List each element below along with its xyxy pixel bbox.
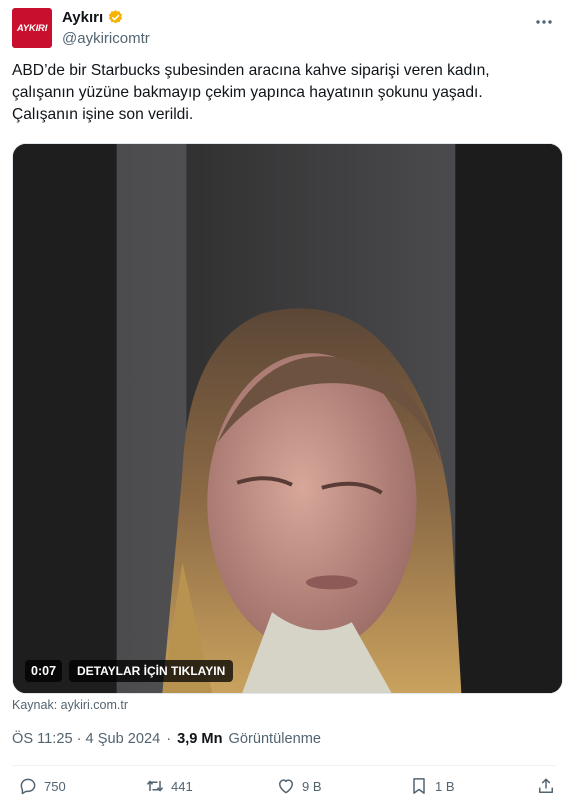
verified-badge-icon — [108, 10, 123, 24]
video-frame — [13, 144, 562, 693]
reply-icon — [20, 778, 36, 795]
like-count: 9 B — [302, 778, 322, 794]
divider — [12, 765, 556, 766]
reply-button[interactable]: 750 — [18, 776, 66, 796]
tweet-timestamp[interactable]: ÖS 11:25 · 4 Şub 2024 — [12, 731, 160, 747]
avatar[interactable]: AYKIRI — [12, 8, 52, 48]
bookmark-button[interactable]: 1 B — [409, 776, 455, 796]
meta-separator: · — [166, 731, 172, 747]
tweet-text-line: Çalışanın işine son verildi. — [12, 106, 194, 123]
view-count-label: Görüntülenme — [228, 731, 321, 747]
like-button[interactable]: 9 B — [276, 776, 322, 796]
author-name-row: Aykırı — [62, 9, 124, 26]
action-bar: 750 441 9 B 1 B — [12, 776, 556, 802]
tweet-text-line: çalışanın yüzüne bakmayıp çekim yapınca … — [12, 84, 483, 101]
video-player[interactable]: 0:07 DETAYLAR İÇİN TIKLAYIN — [12, 143, 563, 694]
details-cta-badge[interactable]: DETAYLAR İÇİN TIKLAYIN — [69, 660, 234, 682]
repost-icon — [146, 780, 164, 792]
bookmark-icon — [413, 778, 425, 794]
heart-icon — [279, 779, 293, 794]
video-time-badge: 0:07 — [25, 660, 63, 682]
tweet-meta: ÖS 11:25 · 4 Şub 2024 · 3,9 Mn Görüntüle… — [12, 731, 321, 747]
tweet-text-line: ABD’de bir Starbucks şubesinden aracına … — [12, 62, 490, 79]
bookmark-count: 1 B — [435, 778, 455, 794]
repost-count: 441 — [171, 778, 193, 794]
more-icon — [536, 20, 552, 24]
share-button[interactable] — [536, 776, 556, 796]
tweet-text: ABD’de bir Starbucks şubesinden aracına … — [12, 60, 556, 126]
source-link[interactable]: Kaynak: aykiri.com.tr — [12, 698, 128, 712]
author-handle[interactable]: @aykiricomtr — [62, 30, 150, 47]
reply-count: 750 — [44, 778, 66, 794]
tweet-header: AYKIRI Aykırı @aykiricomtr — [12, 8, 556, 52]
author-display-name[interactable]: Aykırı — [62, 9, 103, 26]
repost-button[interactable]: 441 — [145, 776, 193, 796]
avatar-logo-text: AYKIRI — [16, 22, 48, 34]
more-options-button[interactable] — [534, 12, 554, 32]
share-icon — [539, 778, 553, 793]
view-count: 3,9 Mn — [177, 731, 223, 747]
